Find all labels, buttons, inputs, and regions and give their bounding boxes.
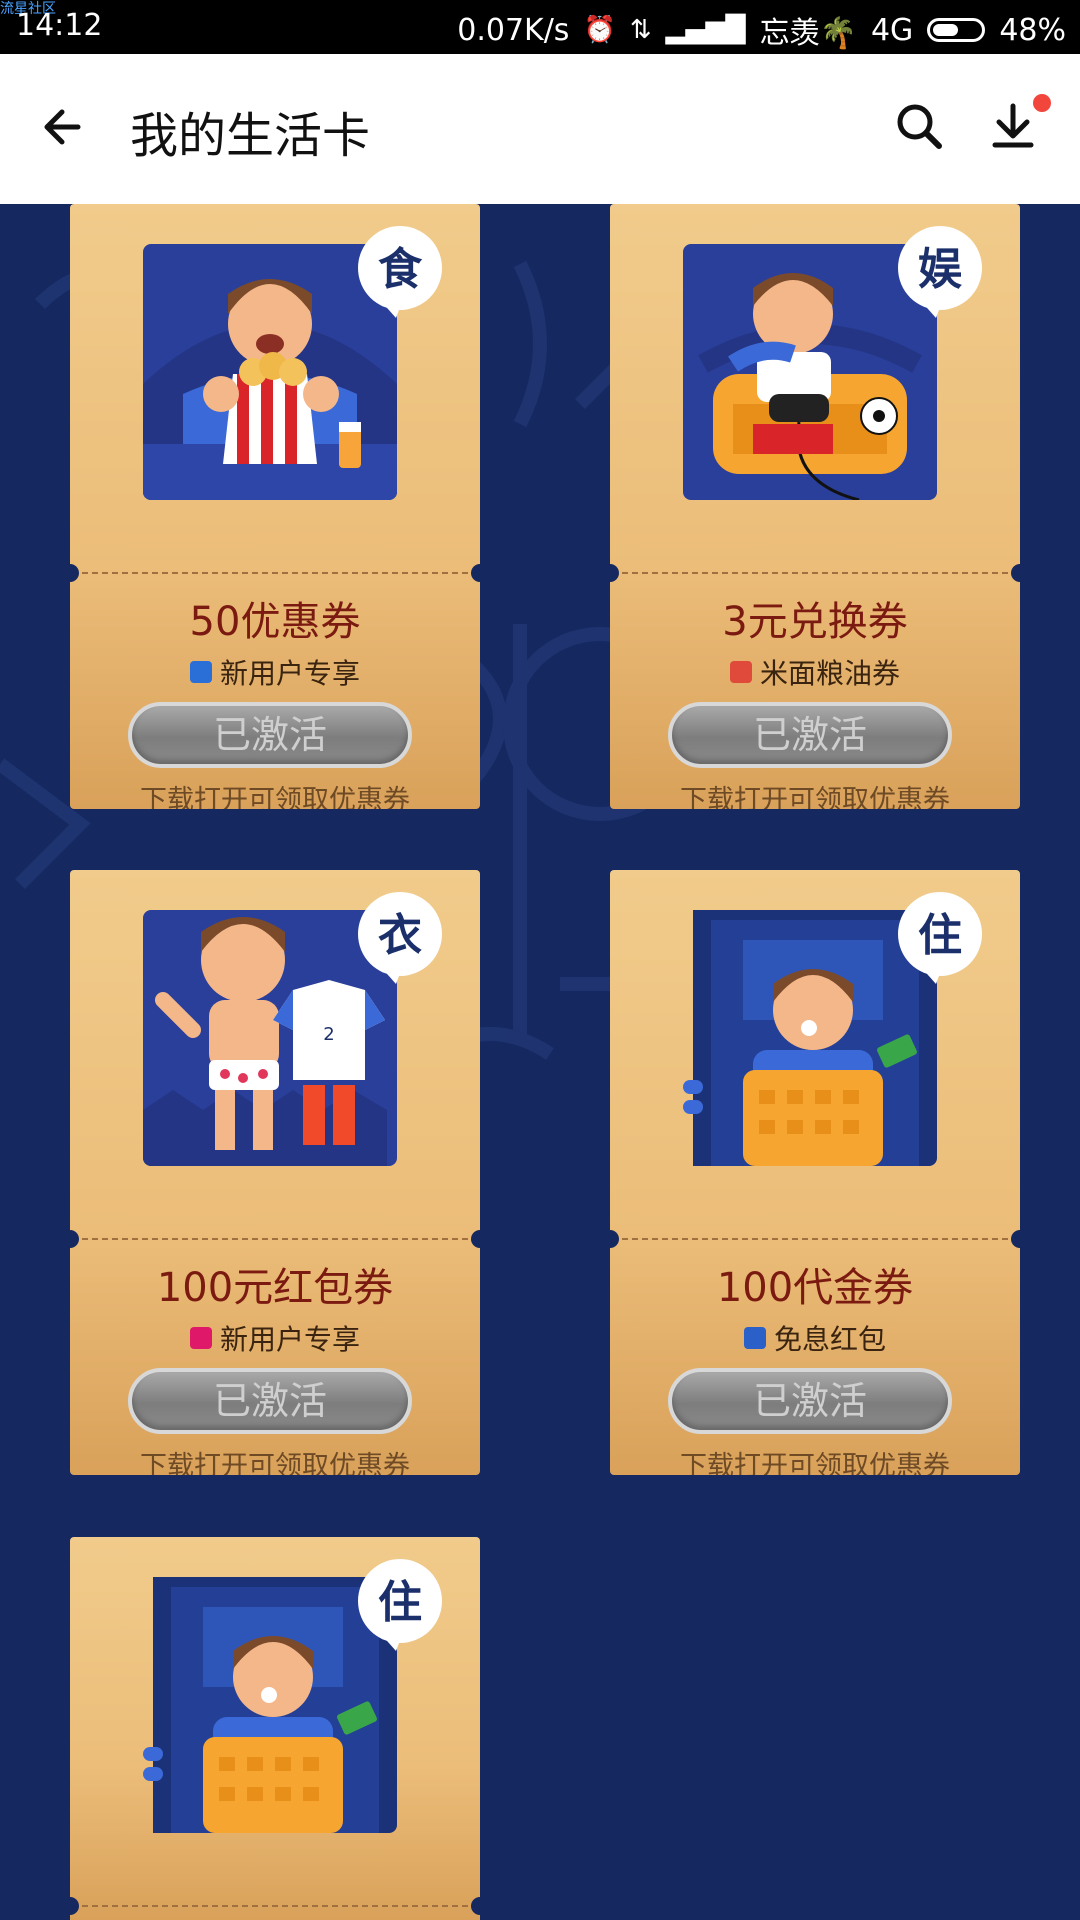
life-card-food[interactable]: 食 50优惠券 新用户专享 已激活 下载打开可领取优惠券 (61, 204, 489, 809)
svg-text:娱: 娱 (918, 244, 962, 295)
category-badge-clothing: 衣 (358, 892, 442, 984)
status-indicators: 0.07K/s ⏰ ⇅ ▂▄▆█ 忘羡🌴 4G 48% (457, 8, 1066, 52)
download-hint: 下载打开可领取优惠券 (140, 1451, 410, 1475)
app-icon (189, 661, 212, 683)
search-icon[interactable] (893, 100, 945, 152)
download-icon[interactable] (987, 100, 1039, 152)
back-arrow-icon[interactable] (38, 102, 88, 152)
carrier-name: 忘羡🌴 (759, 16, 857, 51)
app-icon (189, 1327, 212, 1349)
app-icon (743, 1327, 766, 1349)
network-type: 4G (870, 12, 914, 48)
svg-text:住: 住 (918, 910, 962, 961)
net-speed: 0.07K/s (457, 12, 570, 48)
life-card-housing-2[interactable]: 住 (61, 1537, 489, 1920)
status-bar: 流星社区 14:12 0.07K/s ⏰ ⇅ ▂▄▆█ 忘羡🌴 4G 48% (0, 0, 1080, 54)
coupon-subtitle: 新用户专享 (70, 1318, 480, 1358)
page-title: 我的生活卡 (130, 108, 371, 164)
coupon-subtitle-text: 新用户专享 (219, 657, 360, 690)
coupon-title: 100元红包券 (156, 1265, 394, 1311)
coupon-subtitle: 免息红包 (610, 1318, 1020, 1358)
battery-icon (927, 18, 986, 42)
life-card-entertainment[interactable]: 娱 3元兑换券 米面粮油券 已激活 下载打开可领取优惠券 (601, 204, 1029, 809)
coupon-subtitle-text: 米面粮油券 (759, 657, 900, 690)
activated-button[interactable]: 已激活 (128, 1368, 412, 1434)
coupon-title: 100代金券 (716, 1265, 914, 1311)
data-transfer-icon: ⇅ (629, 15, 652, 45)
download-hint: 下载打开可领取优惠券 (140, 785, 410, 809)
status-time: 14:12 (16, 8, 103, 43)
ticket-perforation (82, 1238, 468, 1240)
svg-text:住: 住 (378, 1577, 422, 1628)
app-header: 我的生活卡 (0, 54, 1080, 204)
svg-text:衣: 衣 (378, 910, 422, 961)
signal-icon: ▂▄▆█ (665, 15, 746, 45)
battery-percent: 48% (999, 12, 1066, 48)
ticket-perforation (82, 572, 468, 574)
app-icon (729, 661, 752, 683)
coupon-subtitle-text: 免息红包 (773, 1323, 886, 1356)
coupon-title: 3元兑换券 (722, 599, 908, 645)
download-hint: 下载打开可领取优惠券 (680, 1451, 950, 1475)
life-card-clothing[interactable]: 2 衣 100元红包券 新用户专享 已激活 下载打开可领取优惠券 (61, 870, 489, 1475)
category-badge-housing: 住 (898, 892, 982, 984)
svg-text:2: 2 (323, 1024, 334, 1045)
life-card-housing[interactable]: 住 100代金券 免息红包 已激活 下载打开可领取优惠券 (601, 870, 1029, 1475)
alarm-icon: ⏰ (583, 15, 616, 45)
coupon-subtitle: 米面粮油券 (610, 652, 1020, 692)
ticket-perforation (622, 572, 1008, 574)
ticket-perforation (622, 1238, 1008, 1240)
ticket-perforation (82, 1905, 468, 1907)
activated-button[interactable]: 已激活 (128, 702, 412, 768)
category-badge-housing: 住 (358, 1559, 442, 1651)
coupon-title: 50优惠券 (189, 599, 361, 645)
category-badge-food: 食 (358, 226, 442, 318)
svg-text:食: 食 (378, 244, 423, 295)
coupon-subtitle-text: 新用户专享 (219, 1323, 360, 1356)
coupon-subtitle: 新用户专享 (70, 652, 480, 692)
category-badge-entertainment: 娱 (898, 226, 982, 318)
download-hint: 下载打开可领取优惠券 (680, 785, 950, 809)
activated-button[interactable]: 已激活 (668, 1368, 952, 1434)
activated-button[interactable]: 已激活 (668, 702, 952, 768)
notification-dot (1033, 94, 1051, 112)
